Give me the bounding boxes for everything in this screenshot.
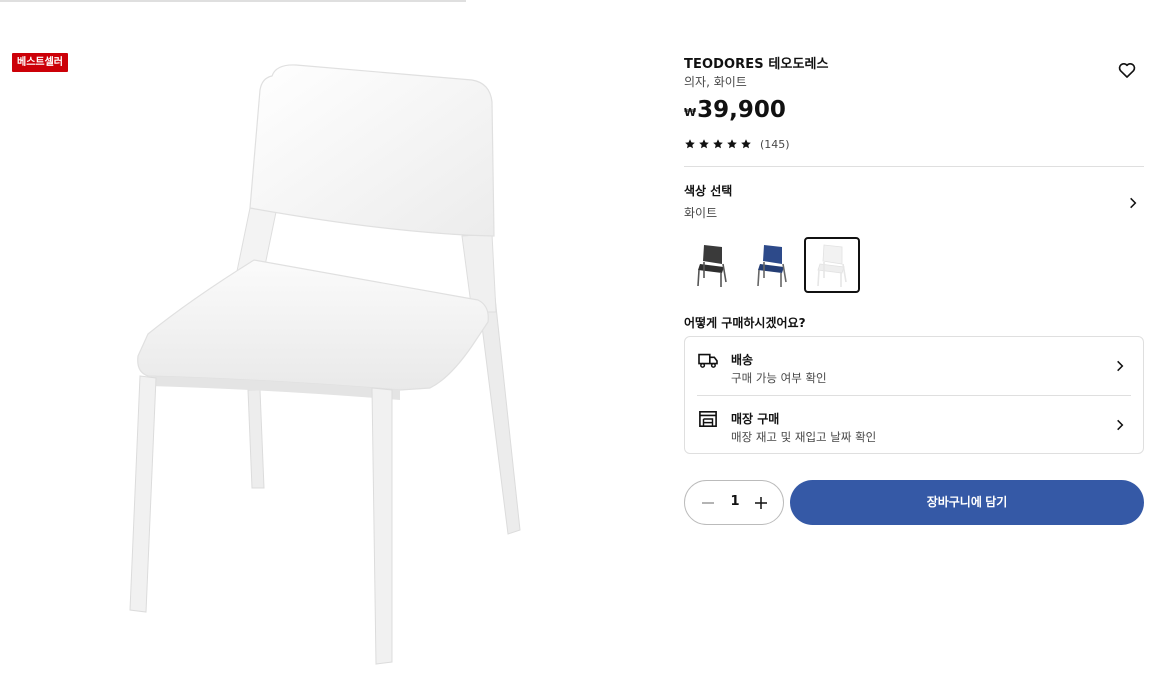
product-image [129,64,521,665]
chair-thumbnail [757,245,787,287]
purchase-options: 배송 구매 가능 여부 확인 매장 구매 매장 재고 및 재입고 날짜 확인 [684,336,1144,454]
add-to-cart-button[interactable]: 장바구니에 담기 [790,480,1144,525]
plus-icon[interactable] [752,494,770,512]
color-selector-title: 색상 선택 [684,184,733,198]
chevron-right-icon [1117,419,1124,431]
color-selector[interactable]: 색상 선택 화이트 [684,182,1144,222]
color-swatch-white[interactable] [804,237,860,293]
star-icon [713,139,723,149]
quantity-value[interactable]: 1 [726,494,744,509]
divider [684,166,1144,167]
rating-stars [684,138,752,150]
delivery-truck-icon [698,353,718,368]
star-icon [699,139,709,149]
chevron-right-icon [1117,360,1124,372]
color-swatch-black[interactable] [684,237,740,293]
star-icon [685,139,695,149]
heart-icon[interactable] [1117,60,1137,80]
quantity-stepper: 1 [684,480,784,525]
store-option[interactable]: 매장 구매 매장 재고 및 재입고 날짜 확인 [685,396,1143,454]
store-title: 매장 구매 [731,412,780,426]
color-swatches [684,237,860,293]
product-description: 의자, 화이트 [684,75,747,89]
delivery-option[interactable]: 배송 구매 가능 여부 확인 [685,337,1143,395]
star-icon [727,139,737,149]
rating[interactable]: (145) [684,137,790,151]
chevron-right-icon [1130,197,1137,209]
selected-color: 화이트 [684,206,718,220]
review-count: (145) [760,137,790,151]
purchase-heading: 어떻게 구매하시겠어요? [684,316,806,330]
product-price: ₩39,900 [684,96,786,124]
product-info-panel: TEODORES 테오도레스 의자, 화이트 ₩39,900 (145) 색상 … [684,0,1144,674]
chair-thumbnail [697,245,727,287]
chair-thumbnail [817,244,847,287]
price-value: 39,900 [697,97,786,123]
store-subtitle: 매장 재고 및 재입고 날짜 확인 [731,430,877,444]
product-name[interactable]: TEODORES 테오도레스 [684,53,829,72]
delivery-title: 배송 [731,353,754,367]
color-swatch-blue[interactable] [744,237,800,293]
delivery-subtitle: 구매 가능 여부 확인 [731,371,827,385]
currency-symbol: ₩ [684,106,697,119]
store-icon [699,410,717,428]
top-divider [0,0,466,2]
star-icon [741,139,751,149]
bestseller-badge: 베스트셀러 [12,53,68,72]
minus-icon[interactable] [699,494,717,512]
